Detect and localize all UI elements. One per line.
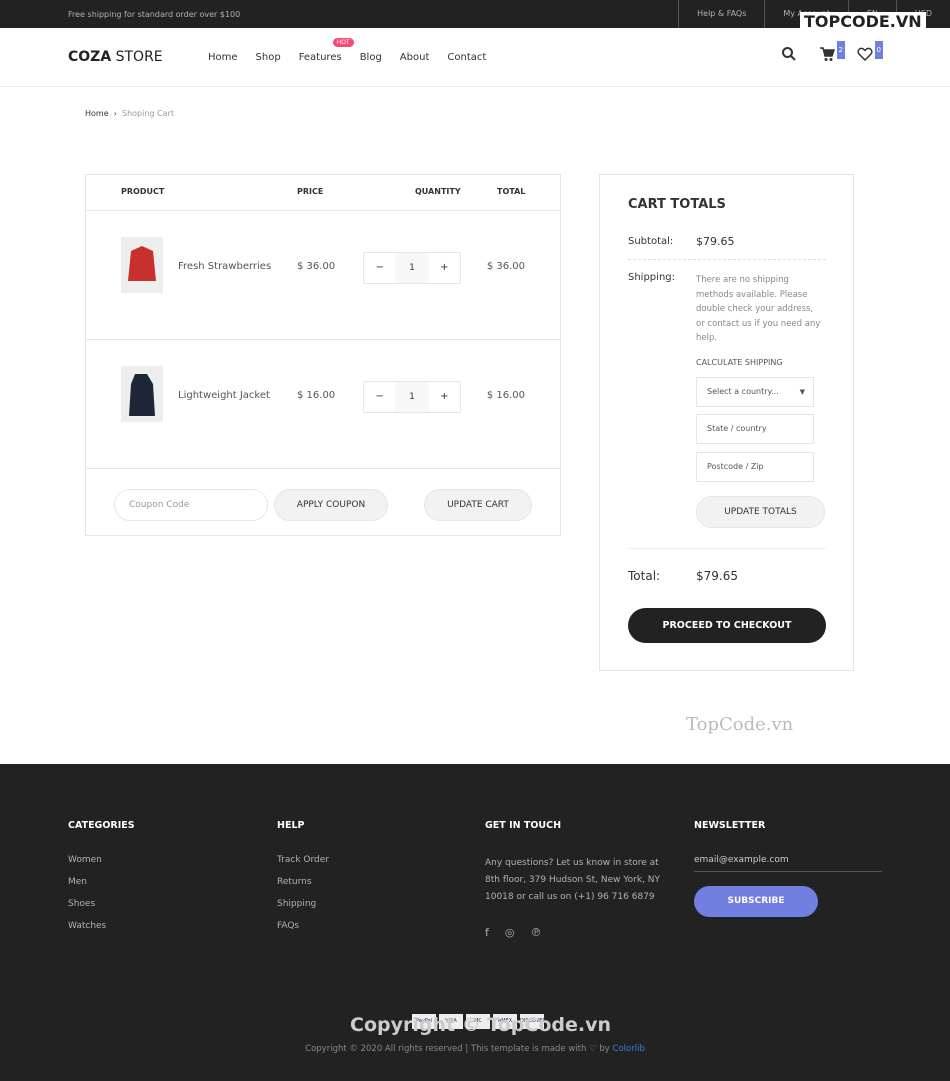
subtotal-value: $79.65 (696, 235, 735, 248)
shipping-label: Shipping: (628, 272, 675, 283)
postcode-input[interactable]: Postcode / Zip (696, 452, 814, 482)
product-price: $ 16.00 (297, 390, 336, 401)
copyright-text: Copyright © 2020 All rights reserved | T… (305, 1044, 610, 1054)
watermark-logo: TOPCODE.VN (800, 12, 926, 31)
update-totals-button[interactable]: UPDATE TOTALS (696, 496, 825, 528)
newsletter-email-input[interactable]: email@example.com (694, 855, 882, 872)
nav-features-label: Features (298, 52, 342, 63)
product-total: $ 16.00 (486, 390, 525, 401)
country-value: Select a country... (707, 387, 779, 396)
footer-link-shoes[interactable]: Shoes (68, 899, 135, 909)
quantity-stepper[interactable]: −1 + (363, 381, 461, 413)
product-image[interactable] (121, 366, 163, 422)
product-name: Fresh Strawberries (178, 261, 272, 272)
breadcrumb-current: Shoping Cart (122, 109, 174, 118)
decrease-button[interactable]: − (364, 382, 395, 412)
header: COZA STORE Home Shop Features HOT Blog Ab… (0, 12, 950, 87)
total-label: Total: (628, 569, 661, 583)
footer-link-faqs[interactable]: FAQs (277, 921, 329, 931)
table-row: Lightweight Jacket $ 16.00 −1 + $ 16.00 (86, 340, 560, 469)
update-cart-button[interactable]: UPDATE CART (424, 489, 532, 521)
header-product: PRODUCT (121, 187, 165, 196)
wishlist-count: 0 (874, 41, 883, 59)
pinterest-icon[interactable]: ℗ (530, 926, 541, 939)
cart-table: PRODUCT PRICE QUANTITY TOTAL Fresh Straw… (85, 174, 561, 536)
newsletter-title: NEWSLETTER (694, 820, 766, 831)
coupon-input[interactable]: Coupon Code (114, 489, 268, 521)
contact-text: Any questions? Let us know in store at 8… (485, 858, 661, 902)
increase-button[interactable]: + (429, 382, 460, 412)
product-total: $ 36.00 (486, 261, 525, 272)
table-header: PRODUCT PRICE QUANTITY TOTAL (86, 175, 560, 211)
shipping-note: There are no shipping methods available.… (696, 275, 821, 343)
nav-shop[interactable]: Shop (256, 52, 281, 63)
heart-icon[interactable]: 0 (857, 41, 883, 64)
calculate-shipping-label: CALCULATE SHIPPING (696, 358, 783, 367)
header-price: PRICE (297, 187, 324, 196)
product-name: Lightweight Jacket (178, 390, 270, 401)
quantity-input[interactable]: 1 (395, 253, 429, 283)
quantity-input[interactable]: 1 (395, 382, 429, 412)
watermark-copyright: Copyright © TopCode.vn (350, 1014, 612, 1036)
product-image[interactable] (121, 237, 163, 293)
colorlib-link[interactable]: Colorlib (613, 1044, 645, 1054)
state-input[interactable]: State / country (696, 414, 814, 444)
subscribe-button[interactable]: SUBSCRIBE (694, 886, 818, 917)
breadcrumb: Home › Shoping Cart (85, 109, 174, 118)
breadcrumb-home[interactable]: Home (85, 109, 109, 118)
cart-count: 2 (836, 41, 845, 59)
totals-title: CART TOTALS (628, 197, 726, 212)
shipping-notice: Free shipping for standard order over $1… (68, 9, 241, 19)
country-select[interactable]: Select a country... ▼ (696, 377, 814, 407)
instagram-icon[interactable]: ◎ (505, 926, 515, 939)
help-faqs-link[interactable]: Help & FAQs (678, 0, 764, 28)
footer-link-returns[interactable]: Returns (277, 877, 329, 887)
cart-totals: CART TOTALS Subtotal: $79.65 Shipping: T… (599, 174, 854, 671)
footer-link-watches[interactable]: Watches (68, 921, 135, 931)
checkout-button[interactable]: PROCEED TO CHECKOUT (628, 608, 826, 643)
footer-link-men[interactable]: Men (68, 877, 135, 887)
logo[interactable]: COZA STORE (68, 49, 163, 65)
footer-link-track-order[interactable]: Track Order (277, 855, 329, 865)
logo-bold: COZA (68, 49, 112, 65)
watermark-text: TopCode.vn (686, 714, 794, 735)
dropdown-arrow-icon: ▼ (799, 388, 805, 396)
increase-button[interactable]: + (429, 253, 460, 283)
nav-about[interactable]: About (400, 52, 430, 63)
categories-title: CATEGORIES (68, 820, 135, 831)
subtotal-label: Subtotal: (628, 236, 674, 247)
header-quantity: QUANTITY (415, 187, 461, 196)
header-total: TOTAL (497, 187, 526, 196)
total-value: $79.65 (696, 569, 738, 583)
facebook-icon[interactable]: f (485, 926, 489, 939)
apply-coupon-button[interactable]: APPLY COUPON (274, 489, 388, 521)
nav-features[interactable]: Features HOT (298, 38, 354, 63)
copyright: Copyright © 2020 All rights reserved | T… (0, 1044, 950, 1054)
nav-home[interactable]: Home (208, 52, 238, 63)
contact-title: GET IN TOUCH (485, 820, 562, 831)
cart-icon[interactable]: 2 (819, 41, 845, 64)
footer: CATEGORIES Women Men Shoes Watches HELP … (0, 764, 950, 1081)
logo-rest: STORE (111, 49, 163, 65)
table-row: Fresh Strawberries $ 36.00 −1 + $ 36.00 (86, 211, 560, 340)
help-title: HELP (277, 820, 305, 831)
footer-link-women[interactable]: Women (68, 855, 135, 865)
main-nav: Home Shop Features HOT Blog About Contact (208, 38, 486, 63)
nav-blog[interactable]: Blog (360, 52, 382, 63)
search-icon[interactable] (781, 46, 799, 64)
hot-badge: HOT (332, 38, 354, 47)
decrease-button[interactable]: − (364, 253, 395, 283)
quantity-stepper[interactable]: −1 + (363, 252, 461, 284)
product-price: $ 36.00 (297, 261, 336, 272)
nav-contact[interactable]: Contact (447, 52, 486, 63)
footer-link-shipping[interactable]: Shipping (277, 899, 329, 909)
